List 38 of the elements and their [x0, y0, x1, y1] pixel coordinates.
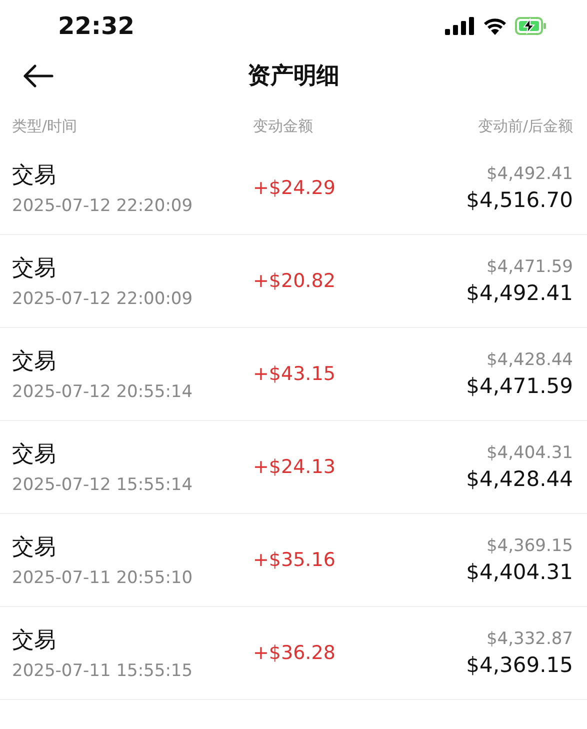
change-amount: +$24.29 [253, 177, 336, 199]
balance-after: $4,428.44 [466, 467, 573, 491]
change-amount: +$43.15 [253, 363, 336, 385]
transaction-time: 2025-07-12 22:20:09 [12, 196, 194, 216]
wifi-icon [483, 17, 507, 35]
column-header: 类型/时间 [12, 116, 78, 136]
balance-after: $4,492.41 [466, 281, 573, 305]
change-amount: +$20.82 [253, 270, 336, 292]
balance-before: $4,492.41 [486, 164, 573, 184]
page-title: 资产明细 [248, 62, 340, 90]
transaction-time: 2025-07-12 20:55:14 [12, 382, 194, 402]
transaction-time: 2025-07-12 15:55:14 [12, 475, 194, 495]
transaction-type: 交易 [12, 534, 57, 562]
transaction-type: 交易 [12, 255, 57, 283]
balance-after: $4,369.15 [466, 653, 573, 677]
transaction-time: 2025-07-11 20:55:10 [12, 568, 194, 588]
change-amount: +$35.16 [253, 549, 336, 571]
signal-icon [445, 17, 475, 35]
balance-after: $4,404.31 [466, 560, 573, 584]
balance-before: $4,369.15 [486, 536, 573, 556]
transaction-type: 交易 [12, 441, 57, 469]
status-time: 22:32 [58, 12, 134, 40]
transaction-time: 2025-07-11 15:55:15 [12, 661, 194, 681]
balance-before: $4,404.31 [486, 443, 573, 463]
column-header: 变动前/后金额 [476, 116, 573, 136]
transaction-type: 交易 [12, 627, 57, 655]
balance-before: $4,471.59 [486, 257, 573, 277]
balance-before: $4,428.44 [486, 350, 573, 370]
balance-after: $4,471.59 [466, 374, 573, 398]
change-amount: +$24.13 [253, 456, 336, 478]
back-icon[interactable] [22, 64, 54, 88]
transaction-type: 交易 [12, 162, 57, 190]
balance-after: $4,516.70 [466, 188, 573, 212]
change-amount: +$36.28 [253, 642, 336, 664]
column-header: 变动金额 [253, 116, 314, 136]
balance-before: $4,332.87 [486, 629, 573, 649]
transaction-time: 2025-07-12 22:00:09 [12, 289, 194, 309]
transaction-type: 交易 [12, 348, 57, 376]
